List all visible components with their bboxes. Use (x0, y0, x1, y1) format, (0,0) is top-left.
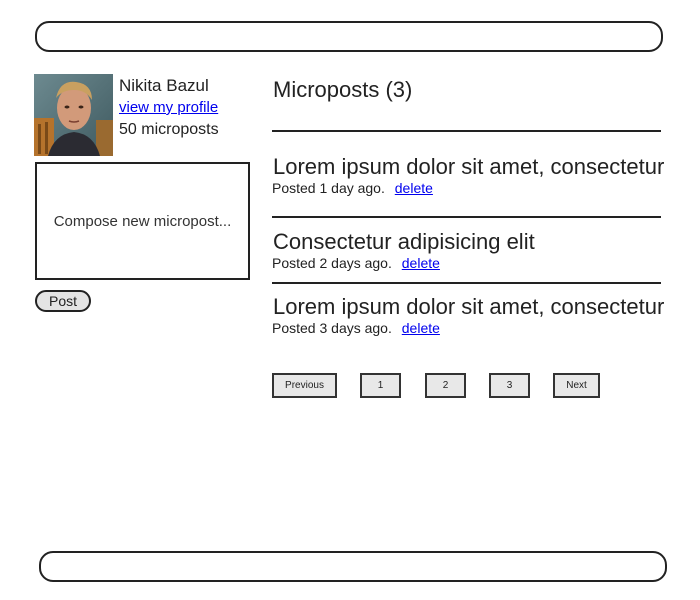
avatar (34, 74, 113, 156)
pagination-previous-button[interactable]: Previous (272, 373, 337, 398)
page-title: Microposts (3) (273, 77, 413, 102)
compose-placeholder: Compose new micropost... (53, 212, 232, 230)
divider (272, 216, 661, 218)
divider (272, 282, 661, 284)
post-timestamp: Posted 1 day ago. (272, 180, 385, 196)
divider (272, 130, 661, 132)
header-bar (35, 21, 663, 52)
post-meta: Posted 1 day ago. delete (272, 180, 433, 196)
micropost-count: 50 microposts (119, 121, 219, 138)
post-content: Consectetur adipisicing elit (273, 229, 535, 254)
pagination-page-2[interactable]: 2 (425, 373, 466, 398)
compose-textarea[interactable]: Compose new micropost... (35, 162, 250, 280)
post-timestamp: Posted 3 days ago. (272, 320, 392, 336)
pagination-page-1[interactable]: 1 (360, 373, 401, 398)
pagination-next-button[interactable]: Next (553, 373, 600, 398)
view-profile-link[interactable]: view my profile (119, 99, 218, 116)
delete-link[interactable]: delete (402, 320, 440, 336)
page: Nikita Bazul view my profile 50 micropos… (0, 0, 700, 600)
delete-link[interactable]: delete (402, 255, 440, 271)
post-meta: Posted 2 days ago. delete (272, 255, 440, 271)
delete-link[interactable]: delete (395, 180, 433, 196)
post-content: Lorem ipsum dolor sit amet, consectetur (273, 294, 665, 319)
post-button[interactable]: Post (35, 290, 91, 312)
footer-bar (39, 551, 667, 582)
avatar-image (34, 74, 113, 156)
pagination-page-3[interactable]: 3 (489, 373, 530, 398)
post-content: Lorem ipsum dolor sit amet, consectetur (273, 154, 665, 179)
post-meta: Posted 3 days ago. delete (272, 320, 440, 336)
user-name: Nikita Bazul (119, 76, 209, 95)
post-timestamp: Posted 2 days ago. (272, 255, 392, 271)
